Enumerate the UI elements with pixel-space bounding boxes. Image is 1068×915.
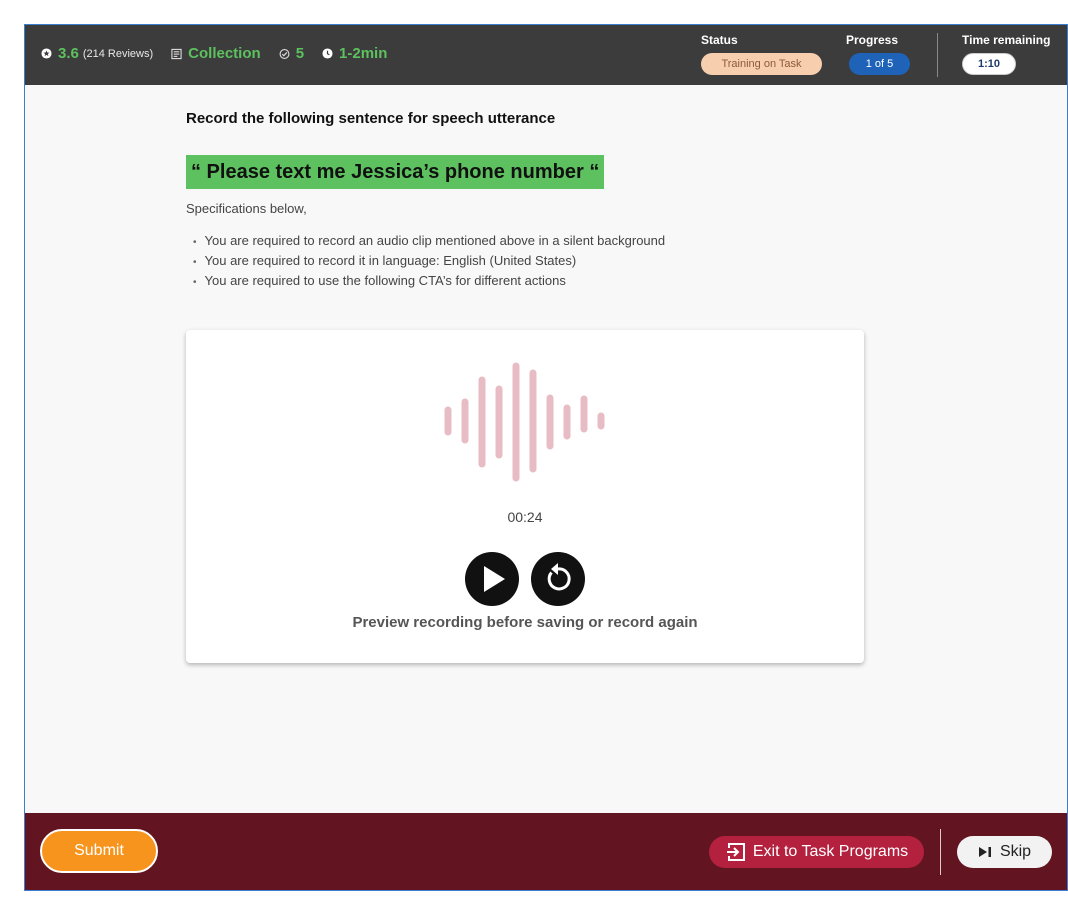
- task-meta: 3.6 (214 Reviews) Collection 5 1-2min: [41, 45, 387, 62]
- task-instruction: Record the following sentence for speech…: [186, 110, 556, 127]
- footer-bar: Submit Exit to Task Programs Skip: [25, 813, 1067, 890]
- header-divider: [937, 33, 938, 77]
- task-frame: 3.6 (214 Reviews) Collection 5 1-2min St…: [24, 24, 1068, 891]
- recorder-card: 00:24 Preview recording before saving or…: [186, 330, 864, 663]
- spec-item: You are required to record it in languag…: [193, 251, 665, 271]
- utterance-sentence: “ Please text me Jessica’s phone number …: [186, 155, 605, 189]
- top-bar: 3.6 (214 Reviews) Collection 5 1-2min St…: [25, 25, 1067, 85]
- spec-intro: Specifications below,: [186, 201, 307, 216]
- rating-value: 3.6: [58, 45, 79, 62]
- clock-icon: [322, 48, 333, 59]
- task-duration: 1-2min: [339, 45, 388, 62]
- exit-label: Exit to Task Programs: [752, 843, 909, 860]
- status-label: Status: [701, 33, 738, 47]
- task-category: Collection: [188, 45, 261, 62]
- spec-item: You are required to use the following CT…: [193, 271, 665, 291]
- play-icon: [484, 566, 505, 592]
- preview-hint: Preview recording before saving or recor…: [352, 614, 698, 631]
- skip-label: Skip: [999, 843, 1032, 860]
- task-count: 5: [295, 45, 305, 62]
- skip-icon: [978, 847, 991, 857]
- exit-button[interactable]: Exit to Task Programs: [709, 836, 924, 868]
- task-count-icon: [279, 48, 290, 59]
- collection-icon: [171, 48, 182, 59]
- time-remaining-label: Time remaining: [962, 33, 1051, 47]
- recording-timer: 00:24: [507, 509, 543, 525]
- submit-button[interactable]: Submit: [40, 829, 158, 873]
- exit-icon: [726, 843, 745, 861]
- footer-divider: [940, 829, 941, 875]
- play-button[interactable]: [465, 552, 519, 606]
- status-badge: Training on Task: [701, 53, 822, 75]
- waveform-icon: [444, 362, 605, 482]
- review-count: (214 Reviews): [82, 47, 154, 60]
- progress-badge: 1 of 5: [849, 53, 910, 75]
- replay-icon: [547, 563, 571, 591]
- star-icon: [41, 48, 52, 59]
- record-again-button[interactable]: [531, 552, 585, 606]
- skip-button[interactable]: Skip: [957, 836, 1052, 868]
- spec-list: You are required to record an audio clip…: [193, 231, 666, 291]
- spec-item: You are required to record an audio clip…: [193, 231, 666, 251]
- time-remaining-badge: 1:10: [962, 53, 1016, 75]
- progress-label: Progress: [846, 33, 899, 47]
